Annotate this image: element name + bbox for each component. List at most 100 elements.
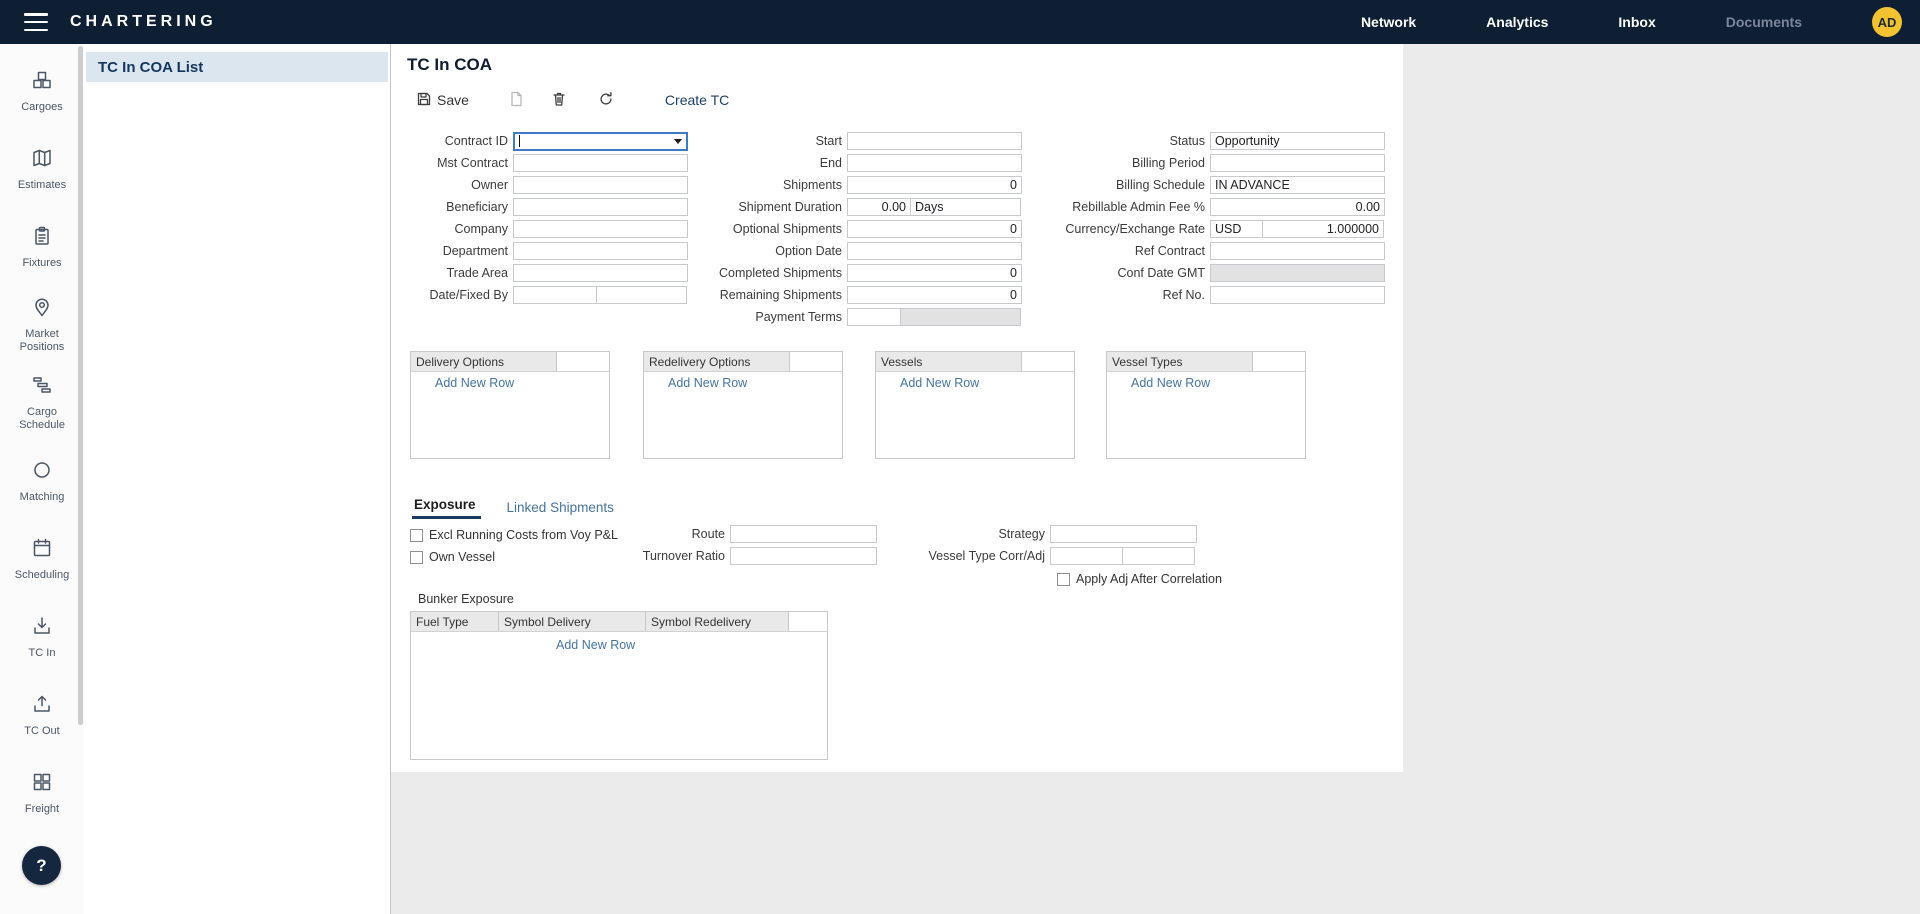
delete-button[interactable] bbox=[551, 91, 567, 110]
ref-no-field[interactable] bbox=[1210, 286, 1385, 304]
vessel-type-corr-field-2[interactable] bbox=[1122, 547, 1195, 565]
start-field[interactable] bbox=[847, 132, 1022, 150]
avatar[interactable]: AD bbox=[1872, 7, 1902, 37]
shipments-label: Shipments bbox=[700, 178, 842, 192]
tab-linked-shipments[interactable]: Linked Shipments bbox=[507, 500, 614, 519]
bunker-add-new-row-link[interactable]: Add New Row bbox=[556, 638, 635, 652]
vessel-types-add-new-row-link[interactable]: Add New Row bbox=[1131, 376, 1210, 390]
symbol-redelivery-column-header: Symbol Redelivery bbox=[646, 612, 789, 631]
contract-id-label: Contract ID bbox=[400, 134, 508, 148]
route-field[interactable] bbox=[730, 525, 877, 543]
refresh-icon bbox=[598, 91, 614, 110]
status-field[interactable]: Opportunity bbox=[1210, 132, 1385, 150]
vessel-type-corr-row: Vessel Type Corr/Adj bbox=[915, 547, 1195, 565]
sidebar-item-freight[interactable]: Freight bbox=[0, 754, 84, 832]
owner-field[interactable] bbox=[513, 176, 688, 194]
currency-exchange-rate-label: Currency/Exchange Rate bbox=[1063, 222, 1205, 236]
billing-period-label: Billing Period bbox=[1063, 156, 1205, 170]
route-label: Route bbox=[595, 527, 725, 541]
mst-contract-label: Mst Contract bbox=[400, 156, 508, 170]
vessels-grid: Vessels Add New Row bbox=[875, 351, 1075, 459]
market-positions-icon bbox=[31, 296, 53, 323]
start-label: Start bbox=[700, 134, 842, 148]
billing-period-field[interactable] bbox=[1210, 154, 1385, 172]
sidebar-scrollbar[interactable] bbox=[78, 46, 83, 725]
redelivery-options-header: Redelivery Options bbox=[644, 352, 790, 371]
chevron-down-icon bbox=[674, 139, 682, 144]
save-button[interactable]: Save bbox=[416, 91, 469, 110]
optional-shipments-label: Optional Shipments bbox=[700, 222, 842, 236]
remaining-shipments-field[interactable]: 0 bbox=[847, 286, 1022, 304]
vessel-types-header: Vessel Types bbox=[1107, 352, 1253, 371]
save-icon bbox=[416, 91, 432, 110]
nav-analytics[interactable]: Analytics bbox=[1486, 14, 1548, 30]
tc-in-coa-list-panel: TC In COA List bbox=[84, 44, 391, 914]
exchange-rate-field[interactable]: 1.000000 bbox=[1262, 220, 1384, 238]
rebillable-admin-fee-field[interactable]: 0.00 bbox=[1210, 198, 1385, 216]
help-button[interactable]: ? bbox=[22, 846, 61, 885]
beneficiary-field[interactable] bbox=[513, 198, 688, 216]
vessel-type-corr-field-1[interactable] bbox=[1050, 547, 1123, 565]
sidebar-item-fixtures[interactable]: Fixtures bbox=[0, 208, 84, 286]
create-tc-button[interactable]: Create TC bbox=[665, 92, 729, 108]
text-caret bbox=[519, 135, 520, 147]
strategy-row: Strategy bbox=[915, 525, 1197, 543]
payment-terms-field[interactable] bbox=[847, 308, 901, 326]
department-field[interactable] bbox=[513, 242, 688, 260]
completed-shipments-field[interactable]: 0 bbox=[847, 264, 1022, 282]
excl-running-costs-checkbox[interactable] bbox=[410, 529, 423, 542]
mst-contract-field[interactable] bbox=[513, 154, 688, 172]
matching-icon bbox=[31, 459, 53, 486]
optional-shipments-field[interactable]: 0 bbox=[847, 220, 1022, 238]
nav-network[interactable]: Network bbox=[1361, 14, 1416, 30]
app-title: CHARTERING bbox=[70, 13, 217, 31]
company-label: Company bbox=[400, 222, 508, 236]
new-document-icon bbox=[508, 91, 524, 110]
date-field[interactable] bbox=[513, 286, 597, 304]
beneficiary-label: Beneficiary bbox=[400, 200, 508, 214]
own-vessel-checkbox[interactable] bbox=[410, 551, 423, 564]
fixed-by-field[interactable] bbox=[596, 286, 687, 304]
tab-exposure[interactable]: Exposure bbox=[412, 497, 481, 519]
shipments-field[interactable]: 0 bbox=[847, 176, 1022, 194]
sidebar-item-estimates[interactable]: Estimates bbox=[0, 130, 84, 208]
nav-inbox[interactable]: Inbox bbox=[1618, 14, 1655, 30]
scheduling-icon bbox=[31, 537, 53, 564]
vessel-types-grid: Vessel Types Add New Row bbox=[1106, 351, 1306, 459]
fixtures-icon bbox=[31, 225, 53, 252]
trade-area-field[interactable] bbox=[513, 264, 688, 282]
apply-adj-row: Apply Adj After Correlation bbox=[1057, 571, 1222, 587]
excl-running-costs-label: Excl Running Costs from Voy P&L bbox=[429, 528, 618, 542]
sidebar-item-market-positions[interactable]: Market Positions bbox=[0, 286, 84, 364]
detail-tabs: Exposure Linked Shipments bbox=[412, 497, 614, 519]
sidebar-item-matching[interactable]: Matching bbox=[0, 442, 84, 520]
symbol-delivery-column-header: Symbol Delivery bbox=[499, 612, 646, 631]
ref-contract-field[interactable] bbox=[1210, 242, 1385, 260]
vessel-type-corr-label: Vessel Type Corr/Adj bbox=[915, 549, 1045, 563]
option-date-field[interactable] bbox=[847, 242, 1022, 260]
turnover-ratio-field[interactable] bbox=[730, 547, 877, 565]
shipment-duration-unit-field[interactable]: Days bbox=[910, 198, 1021, 216]
toolbar: Save Create TC bbox=[416, 89, 729, 111]
redelivery-options-add-new-row-link[interactable]: Add New Row bbox=[668, 376, 747, 390]
sidebar-item-scheduling[interactable]: Scheduling bbox=[0, 520, 84, 598]
delivery-options-add-new-row-link[interactable]: Add New Row bbox=[435, 376, 514, 390]
sidebar-item-cargoes[interactable]: Cargoes bbox=[0, 52, 84, 130]
end-field[interactable] bbox=[847, 154, 1022, 172]
sidebar-item-cargo-schedule[interactable]: Cargo Schedule bbox=[0, 364, 84, 442]
sidebar-item-tc-out[interactable]: TC Out bbox=[0, 676, 84, 754]
currency-field[interactable]: USD bbox=[1210, 220, 1263, 238]
tc-out-icon bbox=[31, 693, 53, 720]
shipment-duration-field[interactable]: 0.00 bbox=[847, 198, 911, 216]
strategy-field[interactable] bbox=[1050, 525, 1197, 543]
contract-id-combobox[interactable] bbox=[513, 132, 688, 151]
cargoes-icon bbox=[31, 69, 53, 96]
vessels-add-new-row-link[interactable]: Add New Row bbox=[900, 376, 979, 390]
billing-schedule-field[interactable]: IN ADVANCE bbox=[1210, 176, 1385, 194]
sidebar-item-tc-in[interactable]: TC In bbox=[0, 598, 84, 676]
company-field[interactable] bbox=[513, 220, 688, 238]
hamburger-menu-icon[interactable] bbox=[24, 13, 48, 31]
refresh-button[interactable] bbox=[598, 91, 614, 110]
apply-adj-checkbox[interactable] bbox=[1057, 573, 1070, 586]
cargo-schedule-icon bbox=[31, 374, 53, 401]
